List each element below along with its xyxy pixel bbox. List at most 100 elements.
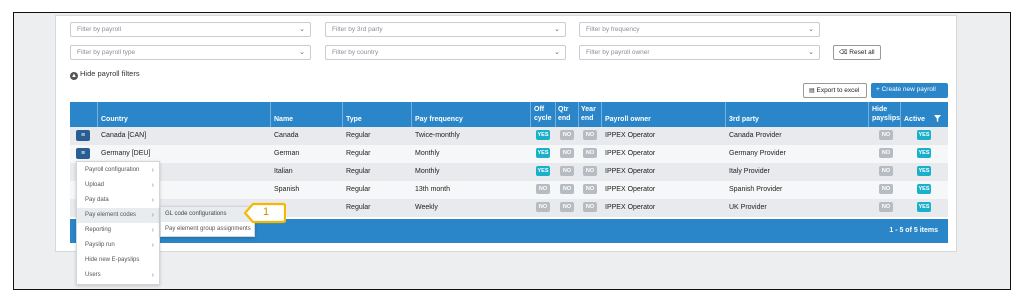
menu-item-label: Payroll configuration (85, 167, 140, 173)
table-header: Country Name Type Pay frequency Off cycle… (70, 102, 948, 127)
cell-type: Regular (346, 168, 371, 175)
cell-type: Regular (346, 132, 371, 139)
chevron-right-icon: › (151, 182, 154, 189)
off-cycle-badge: YES (536, 130, 550, 140)
year-end-badge: NO (583, 166, 597, 176)
menu-item-label: Payslip run (85, 242, 115, 248)
year-end-badge: NO (583, 148, 597, 158)
off-cycle-badge: NO (536, 184, 550, 194)
cell-owner: IPPEX Operator (605, 204, 656, 211)
filter-frequency-select[interactable]: Filter by frequency ⌄ (579, 22, 820, 37)
hide-payslips-badge: NO (879, 184, 893, 194)
hide-payslips-badge: NO (879, 148, 893, 158)
menu-item-label: Users (85, 272, 101, 278)
menu-item-pay-element-codes[interactable]: Pay element codes › (77, 208, 159, 223)
row-context-menu: Payroll configuration › Upload › Pay data ›… (76, 161, 160, 285)
collapse-up-icon: ▲ (70, 72, 78, 80)
header-active[interactable]: Active (904, 116, 925, 123)
header-third-party[interactable]: 3rd party (729, 116, 759, 123)
cell-name: German (274, 150, 300, 157)
reset-all-button[interactable]: ⌫ Reset all (833, 45, 881, 60)
year-end-badge: NO (583, 184, 597, 194)
active-badge: YES (917, 130, 931, 140)
eraser-icon: ⌫ (839, 50, 848, 56)
header-type[interactable]: Type (346, 116, 362, 123)
menu-item-users[interactable]: Users › (77, 268, 159, 283)
qtr-end-badge: NO (560, 166, 574, 176)
qtr-end-badge: NO (560, 184, 574, 194)
menu-item-pay-data[interactable]: Pay data › (77, 193, 159, 208)
header-country[interactable]: Country (101, 116, 128, 123)
header-year-end[interactable]: Year end (581, 105, 596, 123)
hide-filters-label: Hide payroll filters (80, 69, 140, 78)
chevron-right-icon: › (151, 167, 154, 174)
filter-payroll-select[interactable]: Filter by payroll ⌄ (70, 22, 311, 37)
chevron-right-icon: › (151, 197, 154, 204)
header-payroll-owner[interactable]: Payroll owner (605, 116, 651, 123)
menu-item-reporting[interactable]: Reporting › (77, 223, 159, 238)
menu-item-label: Upload (85, 182, 105, 188)
cell-third-party: Spanish Provider (729, 186, 783, 193)
header-hide-payslips[interactable]: Hide payslips (872, 105, 900, 123)
header-name[interactable]: Name (274, 116, 293, 123)
chevron-right-icon: › (151, 227, 154, 234)
active-badge: YES (917, 202, 931, 212)
create-payroll-button[interactable]: + Create new payroll (871, 83, 948, 98)
hide-payslips-badge: NO (879, 130, 893, 140)
chevron-down-icon: ⌄ (299, 26, 305, 33)
cell-country: Germany [DEU] (101, 150, 151, 157)
menu-item-payslip-run[interactable]: Payslip run › (77, 238, 159, 253)
filter-owner-select[interactable]: Filter by payroll owner ⌄ (579, 45, 820, 60)
menu-item-hide-new-e-payslips[interactable]: Hide new E-payslips (77, 253, 159, 268)
callout-number: 1 (263, 206, 270, 218)
cell-third-party: Germany Provider (729, 150, 786, 157)
header-off-cycle[interactable]: Off cycle (534, 105, 552, 123)
chevron-right-icon: › (151, 212, 154, 219)
filter-country-select[interactable]: Filter by country ⌄ (325, 45, 566, 60)
menu-item-label: Pay data (85, 197, 109, 203)
cell-third-party: Italy Provider (729, 168, 770, 175)
cell-third-party: UK Provider (729, 204, 767, 211)
menu-item-payroll-configuration[interactable]: Payroll configuration › (77, 163, 159, 178)
submenu-item-gl-code-configurations[interactable]: GL code configurations (161, 207, 254, 222)
cell-frequency: Monthly (415, 168, 440, 175)
chevron-down-icon: ⌄ (554, 26, 560, 33)
off-cycle-badge: YES (536, 148, 550, 158)
header-qtr-end[interactable]: Qtr end (558, 105, 570, 123)
table-row[interactable]: ≡ Germany [DEU] German Regular Monthly Y… (70, 145, 948, 163)
document-icon: ▤ (809, 88, 815, 94)
off-cycle-badge: YES (536, 166, 550, 176)
cell-frequency: Monthly (415, 150, 440, 157)
cell-frequency: 13th month (415, 186, 451, 193)
cell-country: Canada [CAN] (101, 132, 147, 139)
qtr-end-badge: NO (560, 130, 574, 140)
pagination-count: 1 - 5 of 5 items (889, 227, 938, 234)
table-row[interactable]: ≡ Canada [CAN] Canada Regular Twice-mont… (70, 127, 948, 145)
filter-payroll-type-placeholder: Filter by payroll type (77, 49, 136, 56)
filter-payroll-placeholder: Filter by payroll (77, 26, 122, 33)
cell-name: Spanish (274, 186, 300, 193)
filter-owner-placeholder: Filter by payroll owner (586, 49, 650, 56)
table-row[interactable]: Italian Regular Monthly YES NO NO IPPEX … (70, 163, 948, 181)
filter-payroll-type-select[interactable]: Filter by payroll type ⌄ (70, 45, 311, 60)
menu-item-label: Reporting (85, 227, 112, 233)
filter-funnel-icon[interactable] (934, 115, 941, 124)
menu-item-label: Hide new E-payslips (85, 257, 140, 263)
header-pay-frequency[interactable]: Pay frequency (415, 116, 463, 123)
row-menu-button[interactable]: ≡ (76, 130, 90, 141)
table-row[interactable]: Spanish Regular 13th month NO NO NO IPPE… (70, 181, 948, 199)
qtr-end-badge: NO (560, 148, 574, 158)
export-excel-button[interactable]: ▤ Export to excel (803, 83, 867, 98)
submenu-item-pay-element-group-assignments[interactable]: Pay element group assignments (161, 222, 254, 237)
filter-third-party-select[interactable]: Filter by 3rd party ⌄ (325, 22, 566, 37)
header-year-end-line2: end (581, 115, 594, 122)
hide-filters-toggle[interactable]: ▲ Hide payroll filters (70, 69, 140, 80)
header-off-cycle-line1: Off (534, 106, 545, 113)
cell-type: Regular (346, 186, 371, 193)
off-cycle-badge: NO (536, 202, 550, 212)
header-hide-payslips-line1: Hide (872, 106, 888, 113)
row-menu-button[interactable]: ≡ (76, 148, 90, 159)
header-qtr-end-line2: end (558, 115, 571, 122)
menu-item-upload[interactable]: Upload › (77, 178, 159, 193)
chevron-down-icon: ⌄ (299, 49, 305, 56)
